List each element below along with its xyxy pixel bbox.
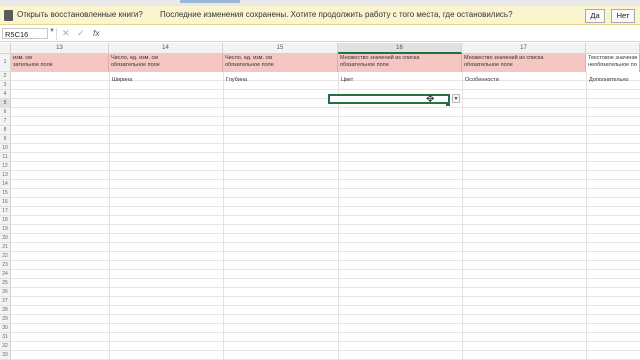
row-header[interactable]: 30 [0, 324, 11, 333]
document-icon [4, 10, 13, 21]
formula-bar: R5C16 ▼ ✕ ✓ fx [0, 26, 640, 42]
column-gridline [586, 54, 587, 360]
cell-cursor-icon: ✥ [426, 94, 435, 105]
column-header[interactable]: 17 [462, 43, 586, 54]
field-required-text: необязательное поле [588, 62, 637, 68]
row-header[interactable]: 13 [0, 171, 11, 180]
field-requirement-cell[interactable]: изм. см зательное поле [11, 54, 109, 72]
close-icon[interactable]: ✕ [62, 28, 70, 39]
row-header[interactable]: 20 [0, 234, 11, 243]
field-name-cell[interactable]: Ширина [112, 77, 132, 83]
row-header[interactable]: 16 [0, 198, 11, 207]
row-header[interactable]: 6 [0, 108, 11, 117]
select-all-corner[interactable] [0, 43, 11, 54]
row-header[interactable]: 5 [0, 99, 11, 108]
cell-grid[interactable] [11, 54, 640, 360]
row-header[interactable]: 14 [0, 180, 11, 189]
formula-input[interactable] [108, 27, 638, 40]
row-header[interactable]: 3 [0, 81, 11, 90]
row-header[interactable]: 2 [0, 72, 11, 81]
field-requirement-cell[interactable]: Число, ед. изм. см обязательное поле [109, 54, 223, 72]
cell-dropdown-chevron-icon[interactable]: ▼ [452, 94, 460, 103]
row-header[interactable]: 33 [0, 351, 11, 360]
formula-bar-divider [56, 28, 57, 40]
column-header[interactable]: 13 [11, 43, 109, 54]
row-header[interactable]: 1 [0, 54, 11, 72]
row-header[interactable]: 21 [0, 243, 11, 252]
row-header[interactable]: 31 [0, 333, 11, 342]
recovery-question: Открыть восстановленные книги? [17, 10, 143, 19]
field-requirement-cell[interactable]: Множество значений из списка обязательное… [462, 54, 586, 72]
row-header[interactable]: 17 [0, 207, 11, 216]
column-gridline [462, 54, 463, 360]
column-gridline [109, 54, 110, 360]
row-header[interactable]: 8 [0, 126, 11, 135]
chevron-down-icon[interactable]: ▼ [49, 28, 55, 34]
field-name-cell[interactable]: Цвет [341, 77, 353, 83]
recovery-message-bar: Открыть восстановленные книги? Последние… [0, 6, 640, 25]
ribbon-fragment [180, 0, 240, 3]
row-header[interactable]: 11 [0, 153, 11, 162]
field-requirement-cell[interactable]: Множество значений из списка обязательное… [338, 54, 462, 72]
row-header[interactable]: 24 [0, 270, 11, 279]
row-header[interactable]: 18 [0, 216, 11, 225]
row-header[interactable]: 27 [0, 297, 11, 306]
row-header[interactable]: 29 [0, 315, 11, 324]
yes-button[interactable]: Да [585, 9, 605, 23]
row-header[interactable]: 32 [0, 342, 11, 351]
row-header[interactable]: 19 [0, 225, 11, 234]
recovery-detail: Последние изменения сохранены. Хотите пр… [160, 10, 513, 19]
row-header[interactable]: 28 [0, 306, 11, 315]
row-header[interactable]: 4 [0, 90, 11, 99]
field-requirement-cell[interactable]: Текстовое значениенеобязательное поле [586, 54, 640, 72]
row-header[interactable]: 7 [0, 117, 11, 126]
column-header[interactable] [586, 43, 640, 54]
field-type-text: Число, ед. изм. см [111, 55, 159, 61]
field-type-text: Множество значений из списка [340, 55, 420, 61]
row-header[interactable]: 25 [0, 279, 11, 288]
field-type-text: Множество значений из списка [464, 55, 544, 61]
no-button[interactable]: Нет [611, 9, 635, 23]
field-required-text: зательное поле [13, 62, 53, 68]
field-required-text: обязательное поле [340, 62, 389, 68]
field-name-cell[interactable]: Глубина [226, 77, 247, 83]
field-required-text: обязательное поле [225, 62, 274, 68]
row-header[interactable]: 22 [0, 252, 11, 261]
row-header[interactable]: 12 [0, 162, 11, 171]
field-required-text: обязательное поле [111, 62, 160, 68]
field-requirement-cell[interactable]: Число, ед. изм. см обязательное поле [223, 54, 338, 72]
row-header[interactable]: 9 [0, 135, 11, 144]
column-header[interactable]: 14 [109, 43, 223, 54]
row-header[interactable]: 10 [0, 144, 11, 153]
function-icon[interactable]: fx [93, 28, 100, 38]
name-box[interactable]: R5C16 [2, 28, 48, 39]
field-name-cell[interactable]: Дополнительно [589, 77, 629, 83]
row-header[interactable]: 15 [0, 189, 11, 198]
field-type-text: Число, ед. изм. см [225, 55, 273, 61]
field-type-text: Текстовое значение [588, 55, 637, 61]
fill-handle[interactable] [446, 102, 450, 106]
column-header[interactable]: 16 [338, 43, 462, 54]
row-header[interactable]: 26 [0, 288, 11, 297]
column-header[interactable]: 15 [223, 43, 338, 54]
column-gridline [223, 54, 224, 360]
check-icon[interactable]: ✓ [77, 28, 85, 39]
field-name-cell[interactable]: Особенности [465, 77, 499, 83]
field-required-text: обязательное поле [464, 62, 513, 68]
field-type-text: изм. см [13, 55, 32, 61]
row-header[interactable]: 23 [0, 261, 11, 270]
